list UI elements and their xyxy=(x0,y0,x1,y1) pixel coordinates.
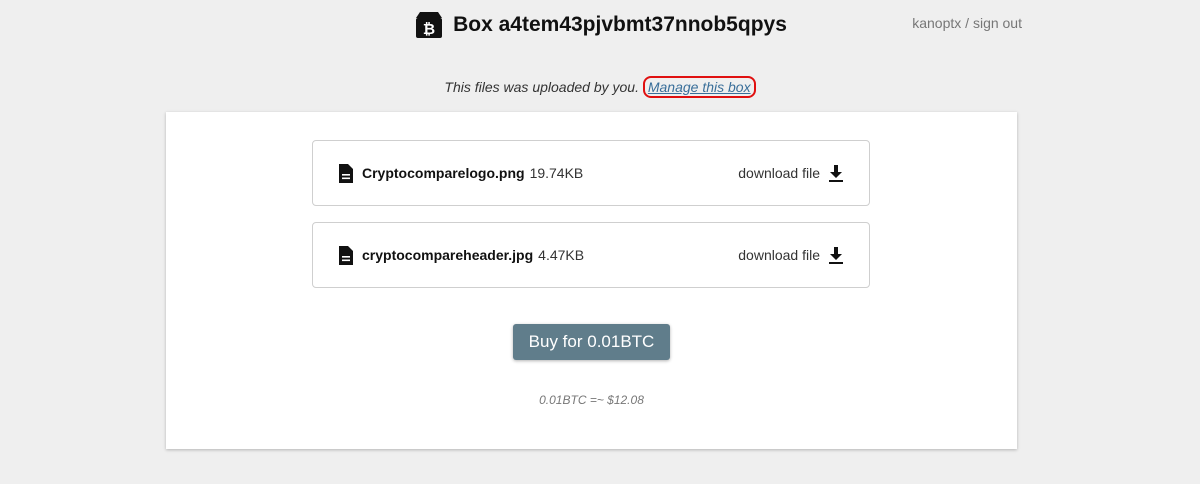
file-row: Cryptocomparelogo.png 19.74KB download f… xyxy=(312,140,870,206)
sign-out-link[interactable]: sign out xyxy=(973,15,1022,31)
username-link[interactable]: kanoptx xyxy=(912,15,961,31)
download-file-button[interactable]: download file xyxy=(738,164,843,182)
upload-notice: This files was uploaded by you. Manage t… xyxy=(0,76,1200,98)
file-name: cryptocompareheader.jpg xyxy=(362,247,534,263)
file-size: 4.47KB xyxy=(538,247,585,263)
download-label: download file xyxy=(738,165,820,181)
bitcoin-box-icon: ₿ xyxy=(416,12,443,38)
file-icon xyxy=(339,163,353,183)
upload-notice-text: This files was uploaded by you. xyxy=(444,79,643,95)
user-menu: kanoptx / sign out xyxy=(912,15,1022,31)
file-name: Cryptocomparelogo.png xyxy=(362,165,525,181)
download-icon xyxy=(829,246,843,264)
price-conversion: 0.01BTC =~ $12.08 xyxy=(539,393,644,407)
file-size: 19.74KB xyxy=(529,165,584,181)
download-label: download file xyxy=(738,247,820,263)
files-card: Cryptocomparelogo.png 19.74KB download f… xyxy=(166,112,1017,449)
manage-box-link[interactable]: Manage this box xyxy=(642,76,756,98)
download-file-button[interactable]: download file xyxy=(738,246,843,264)
buy-button[interactable]: Buy for 0.01BTC xyxy=(513,324,670,360)
download-icon xyxy=(829,164,843,182)
page-title: Box a4tem43pjvbmt37nnob5qpys xyxy=(453,13,787,36)
svg-text:₿: ₿ xyxy=(423,20,435,38)
file-row: cryptocompareheader.jpg 4.47KB download … xyxy=(312,222,870,288)
file-icon xyxy=(339,245,353,265)
user-menu-separator: / xyxy=(961,15,973,31)
